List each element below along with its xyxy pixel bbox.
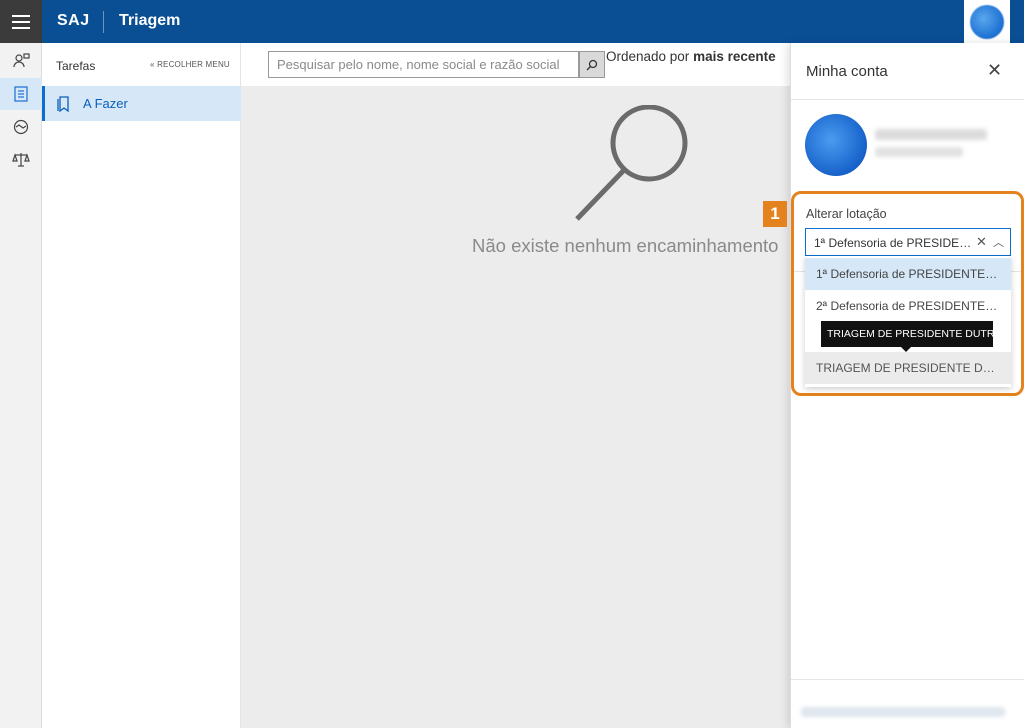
option-tooltip: TRIAGEM DE PRESIDENTE DUTRA	[821, 321, 1001, 347]
lotacao-option[interactable]: 2ª Defensoria de PRESIDENTE DUTRA	[805, 290, 1011, 322]
user-role-redacted	[875, 147, 963, 157]
lotacao-combobox[interactable]: 1ª Defensoria de PRESIDENTE DUTRA ✕ ︿	[805, 228, 1011, 256]
panel-title: Minha conta	[806, 63, 888, 80]
hamburger-icon[interactable]	[0, 0, 42, 43]
search-button[interactable]	[579, 51, 605, 78]
sort-order-label[interactable]: Ordenado por mais recente	[606, 47, 786, 67]
avatar	[805, 114, 867, 176]
user-badge-icon	[13, 53, 30, 68]
tasks-sidebar: Tarefas « RECOLHER MENU A Fazer	[42, 43, 241, 728]
user-avatar-button[interactable]	[964, 0, 1010, 43]
tasks-title: Tarefas	[56, 59, 96, 73]
close-icon[interactable]: ✕	[987, 61, 1002, 79]
icon-rail	[0, 43, 42, 728]
task-list-icon	[14, 86, 28, 102]
lotacao-label: Alterar lotação	[806, 207, 887, 221]
scales-icon	[12, 153, 30, 167]
divider	[791, 99, 1024, 100]
avatar	[970, 4, 1004, 39]
user-name-redacted	[875, 129, 987, 140]
brand-name[interactable]: SAJ	[57, 12, 90, 30]
search-input[interactable]	[268, 51, 579, 78]
footer-redacted	[801, 707, 1005, 717]
rail-item-tasks[interactable]	[0, 78, 42, 110]
tooltip-arrow	[901, 347, 911, 352]
lotacao-option[interactable]: TRIAGEM DE PRESIDENTE DUTRA	[805, 352, 1011, 384]
rail-item-handshake[interactable]	[0, 111, 42, 143]
divider	[791, 679, 1024, 680]
account-panel: Minha conta ✕ 1 Alterar lotação 1ª Defen…	[763, 43, 1024, 728]
magnifier-icon	[575, 105, 688, 221]
main-header: Ordenado por mais recente	[241, 43, 790, 86]
top-bar: SAJ Triagem	[0, 0, 1024, 43]
sidebar-item-label: A Fazer	[83, 96, 128, 111]
search-icon	[586, 59, 598, 70]
sidebar-item-a-fazer[interactable]: A Fazer	[42, 86, 241, 121]
handshake-icon	[13, 119, 29, 135]
bookmark-icon	[57, 95, 69, 112]
rail-item-scales[interactable]	[0, 144, 42, 176]
lotacao-selected-value: 1ª Defensoria de PRESIDENTE DUTRA	[814, 236, 974, 250]
collapse-menu-button[interactable]: « RECOLHER MENU	[150, 60, 230, 69]
module-title: Triagem	[119, 12, 181, 29]
main-content: Ordenado por mais recente Não existe nen…	[241, 43, 790, 728]
step-badge: 1	[763, 201, 787, 227]
lotacao-option[interactable]: 1ª Defensoria de PRESIDENTE DUTRA	[805, 258, 1011, 290]
chevron-up-icon[interactable]: ︿	[993, 234, 1004, 250]
rail-item-user[interactable]	[0, 45, 42, 77]
clear-icon[interactable]: ✕	[976, 234, 987, 250]
brand-separator	[103, 11, 104, 33]
empty-state-message: Não existe nenhum encaminhamento	[472, 235, 779, 256]
